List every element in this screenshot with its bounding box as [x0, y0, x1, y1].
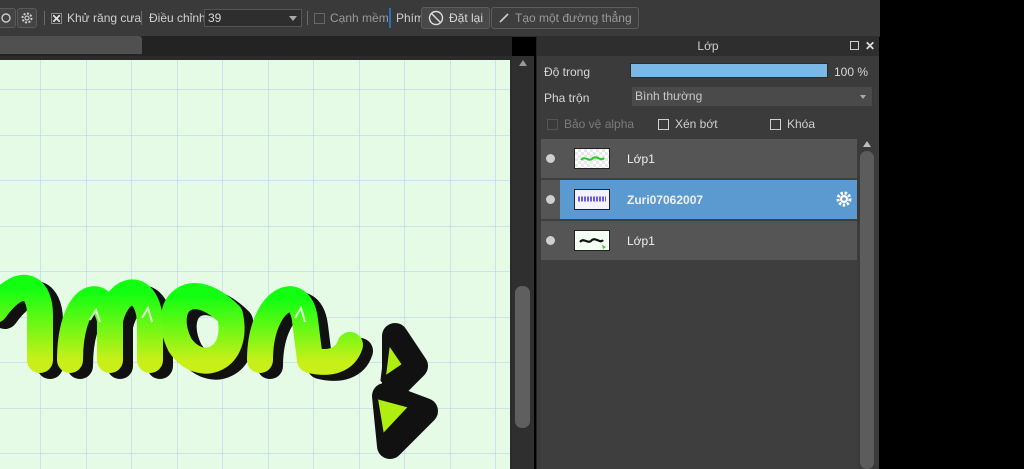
opacity-slider[interactable] [630, 63, 828, 78]
reset-button-label: Đặt lại [449, 11, 484, 25]
refresh-icon[interactable] [0, 8, 16, 28]
blend-mode-select[interactable]: Bình thường [631, 86, 873, 107]
toolbar-separator [44, 11, 45, 25]
layer-thumbnail [574, 148, 610, 169]
blend-mode-value: Bình thường [635, 89, 703, 103]
protect-alpha-label: Bảo vệ alpha [564, 117, 635, 131]
chevron-down-icon[interactable] [860, 95, 866, 99]
protect-alpha-checkbox[interactable] [547, 118, 558, 130]
toolbar-separator [307, 11, 308, 25]
layer-name: Lớp1 [627, 151, 655, 166]
visibility-icon[interactable] [546, 154, 555, 163]
canvas-artwork [0, 60, 510, 469]
layers-panel: Lớp ✕ Độ trong 100 % Pha trộn Bình thườn… [536, 36, 879, 469]
scrollbar-thumb[interactable] [515, 286, 530, 428]
layer-list: Lớp1 Zuri07062007 Lớp1 [541, 139, 857, 469]
layer-list-scrollbar[interactable] [858, 139, 876, 469]
document-tabstrip [0, 36, 512, 56]
toolbar-separator [389, 8, 391, 28]
drawing-canvas[interactable] [0, 60, 510, 469]
clipping-option[interactable]: Xén bớt [658, 117, 718, 131]
antialias-option[interactable]: Khử răng cưa [51, 0, 141, 36]
soft-edge-label: Cạnh mềm [330, 11, 389, 25]
adjust-label: Điều chỉnh [149, 11, 206, 25]
adjust-input[interactable]: 39 [204, 9, 302, 27]
layer-name: Zuri07062007 [627, 192, 704, 207]
close-icon[interactable]: ✕ [865, 36, 875, 56]
clipping-label: Xén bớt [675, 117, 718, 131]
layer-thumbnail [574, 230, 610, 251]
visibility-icon[interactable] [546, 195, 555, 204]
reset-button[interactable]: Đặt lại [421, 7, 491, 29]
top-toolbar: Khử răng cưa Điều chỉnh 39 Cạnh mềm Phím… [0, 0, 880, 37]
antialias-checkbox[interactable] [51, 12, 62, 24]
blend-mode-label: Pha trộn [544, 91, 590, 105]
layer-name: Lớp1 [627, 233, 655, 248]
lock-option[interactable]: Khóa [770, 117, 815, 131]
scrollbar-thumb[interactable] [860, 151, 874, 469]
chevron-down-icon[interactable] [289, 16, 297, 21]
layer-thumbnail [574, 189, 610, 210]
lock-label: Khóa [787, 117, 816, 131]
layer-row[interactable]: Lớp1 [541, 139, 857, 179]
gear-icon[interactable] [835, 190, 853, 208]
scroll-up-arrow-icon[interactable] [863, 141, 871, 147]
soft-edge-option[interactable]: Cạnh mềm [314, 0, 389, 36]
tool-option-group [0, 0, 16, 36]
lock-checkbox[interactable] [770, 118, 781, 130]
canvas-vertical-scrollbar[interactable] [512, 56, 534, 469]
antialias-label: Khử răng cưa [67, 11, 142, 25]
scroll-up-arrow-icon[interactable] [519, 60, 527, 66]
straight-line-button[interactable]: Tạo một đường thẳng [491, 7, 639, 29]
clipping-checkbox[interactable] [658, 118, 669, 130]
straight-line-label: Tạo một đường thẳng [515, 11, 632, 25]
gear-icon[interactable] [17, 8, 37, 28]
toolbar-separator [141, 11, 142, 25]
pencil-icon [499, 13, 509, 23]
adjust-value: 39 [208, 11, 222, 25]
popout-icon[interactable] [850, 41, 859, 50]
soft-edge-checkbox[interactable] [314, 12, 325, 24]
opacity-label: Độ trong [544, 65, 591, 79]
protect-alpha-option[interactable]: Bảo vệ alpha [547, 117, 634, 131]
visibility-icon[interactable] [546, 236, 555, 245]
layer-row-selected[interactable]: Zuri07062007 [541, 180, 857, 220]
key-label: Phím [396, 11, 425, 25]
document-tab[interactable] [0, 36, 142, 54]
prohibit-icon [428, 10, 444, 26]
layers-panel-title: Lớp [697, 39, 719, 53]
layers-panel-header: Lớp ✕ [537, 36, 879, 56]
layer-row[interactable]: Lớp1 [541, 221, 857, 261]
opacity-value: 100 % [834, 65, 869, 79]
